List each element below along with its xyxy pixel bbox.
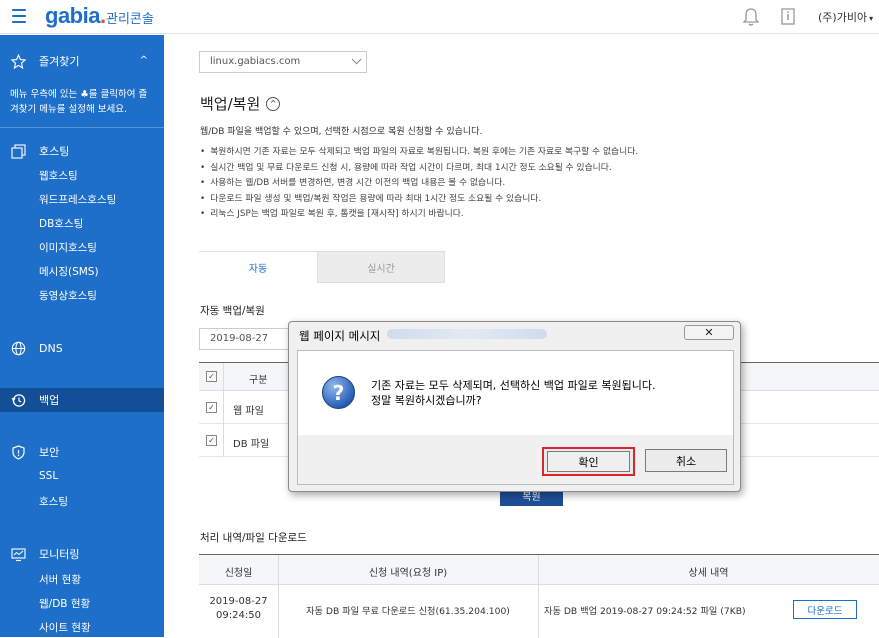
sidebar-item-label: 백업 bbox=[39, 394, 60, 407]
sidebar-item-hosting[interactable]: 호스팅 bbox=[0, 139, 164, 163]
sidebar-subitem-web-hosting[interactable]: 웹호스팅 bbox=[39, 168, 78, 183]
history-request: 자동 DB 파일 무료 다운로드 신청(61.35.204.100) bbox=[306, 606, 510, 617]
tab-bar: 자동 실시간 bbox=[199, 251, 445, 283]
sidebar-item-label: 호스팅 bbox=[39, 145, 70, 158]
sidebar-subitem-site-status[interactable]: 사이트 현황 bbox=[39, 620, 91, 635]
top-bar: gabia. 관리콘솔 (주)가비아 ▾ bbox=[0, 0, 879, 34]
sidebar-item-label: 모니터링 bbox=[39, 548, 80, 561]
notice-item: 사용하는 웹/DB 서버를 변경하면, 변경 시간 이전의 백업 내용은 볼 수… bbox=[200, 176, 638, 192]
sidebar-item-dns[interactable]: DNS bbox=[0, 336, 164, 360]
question-icon: ? bbox=[322, 376, 355, 409]
sidebar-subitem-wordpress-hosting[interactable]: 워드프레스호스팅 bbox=[39, 192, 116, 207]
dialog-message-area: ? 기존 자료는 모두 삭제되며, 선택하신 백업 파일로 복원됩니다. 정말 … bbox=[298, 351, 733, 435]
shield-icon bbox=[10, 444, 26, 460]
user-menu[interactable]: (주)가비아 ▾ bbox=[818, 9, 873, 25]
select-all-checkbox[interactable]: ✓ bbox=[206, 371, 217, 382]
console-title: 관리콘솔 bbox=[106, 12, 154, 27]
cancel-button[interactable]: 취소 bbox=[645, 449, 727, 472]
notice-item: 복원하시면 기존 자료는 모두 삭제되고 백업 파일의 자료로 복원됩니다. 복… bbox=[200, 145, 638, 161]
dialog-message: 기존 자료는 모두 삭제되며, 선택하신 백업 파일로 복원됩니다. 정말 복원… bbox=[371, 379, 656, 407]
confirm-dialog: 웹 페이지 메시지 ✕ ? 기존 자료는 모두 삭제되며, 선택하신 백업 파일… bbox=[288, 321, 741, 492]
divider bbox=[223, 363, 224, 457]
dialog-title: 웹 페이지 메시지 bbox=[299, 329, 381, 343]
sidebar-subitem-security-hosting[interactable]: 호스팅 bbox=[39, 494, 68, 509]
tab-auto[interactable]: 자동 bbox=[199, 251, 317, 283]
download-button[interactable]: 다운로드 bbox=[793, 600, 857, 619]
history-detail: 자동 DB 백업 2019-08-27 09:24:52 파일 (7KB) bbox=[544, 606, 746, 617]
intro-text: 웹/DB 파일을 백업할 수 있으며, 선택한 시점으로 복원 신청할 수 있습… bbox=[200, 127, 483, 137]
sidebar-item-label: 즐겨찾기 bbox=[39, 55, 80, 68]
row-label: 웹 파일 bbox=[233, 406, 264, 417]
sidebar: 즐겨찾기 ^ 메뉴 우측에 있는 ♣를 클릭하여 즐 겨찾기 메뉴를 설정해 보… bbox=[0, 35, 164, 637]
sidebar-item-favorites[interactable]: 즐겨찾기 ^ bbox=[0, 49, 164, 73]
monitor-icon bbox=[10, 546, 26, 562]
collapse-icon[interactable]: ^ bbox=[266, 96, 281, 111]
ok-button[interactable]: 확인 bbox=[542, 447, 635, 476]
notice-item: 다운로드 파일 생성 및 백업/복원 작업은 용량에 따라 최대 1시간 정도 … bbox=[200, 192, 638, 208]
chevron-up-icon[interactable]: ^ bbox=[140, 55, 148, 66]
row-label: DB 파일 bbox=[233, 439, 270, 450]
sidebar-subitem-db-hosting[interactable]: DB호스팅 bbox=[39, 216, 83, 231]
section-title: 자동 백업/복원 bbox=[200, 305, 265, 317]
sidebar-subitem-ssl[interactable]: SSL bbox=[39, 470, 58, 482]
chevron-down-icon bbox=[351, 54, 362, 65]
redacted-url bbox=[387, 329, 547, 339]
sidebar-item-label: 보안 bbox=[39, 446, 60, 459]
sidebar-item-security[interactable]: 보안 bbox=[0, 440, 164, 464]
sidebar-subitem-image-hosting[interactable]: 이미지호스팅 bbox=[39, 240, 97, 255]
globe-icon bbox=[10, 340, 26, 356]
sidebar-subitem-messaging[interactable]: 메시징(SMS) bbox=[39, 264, 99, 279]
sidebar-item-backup[interactable]: 백업 bbox=[0, 388, 164, 412]
sidebar-subitem-video-hosting[interactable]: 동영상호스팅 bbox=[39, 288, 97, 303]
date-select[interactable]: 2019-08-27 bbox=[199, 328, 295, 350]
history-date: 2019-08-27 09:24:50 bbox=[209, 596, 268, 621]
sidebar-subitem-server-status[interactable]: 서버 현황 bbox=[39, 572, 81, 587]
close-button[interactable]: ✕ bbox=[684, 325, 734, 340]
clock-icon bbox=[10, 392, 26, 408]
column-header: 신청 내역(요청 IP) bbox=[368, 568, 448, 579]
divider bbox=[278, 555, 279, 638]
favorites-description: 메뉴 우측에 있는 ♣를 클릭하여 즐 겨찾기 메뉴를 설정해 보세요. bbox=[10, 89, 148, 115]
document-icon[interactable] bbox=[780, 8, 796, 25]
history-table: 신청일 신청 내역(요청 IP) 상세 내역 2019-08-27 09:24:… bbox=[199, 554, 879, 638]
menu-icon[interactable] bbox=[12, 9, 26, 23]
column-header: 신청일 bbox=[224, 568, 253, 579]
section-title: 처리 내역/파일 다운로드 bbox=[200, 532, 307, 544]
divider bbox=[538, 555, 539, 638]
notice-item: 리눅스 JSP는 백업 파일로 복원 후, 톰캣을 [재시작] 하시기 바랍니다… bbox=[200, 207, 638, 223]
chevron-down-icon: ▾ bbox=[869, 14, 874, 23]
notice-list: 복원하시면 기존 자료는 모두 삭제되고 백업 파일의 자료로 복원됩니다. 복… bbox=[200, 145, 638, 223]
hosting-icon bbox=[10, 143, 26, 159]
page-title: 백업/복원 ^ bbox=[200, 93, 281, 114]
dialog-body: ? 기존 자료는 모두 삭제되며, 선택하신 백업 파일로 복원됩니다. 정말 … bbox=[297, 350, 734, 485]
row-checkbox[interactable]: ✓ bbox=[206, 402, 217, 413]
tab-realtime[interactable]: 실시간 bbox=[317, 251, 445, 283]
row-checkbox[interactable]: ✓ bbox=[206, 435, 217, 446]
divider bbox=[0, 127, 164, 128]
gabia-logo[interactable]: gabia. bbox=[45, 3, 106, 29]
sidebar-item-label: DNS bbox=[39, 341, 63, 355]
domain-select[interactable]: linux.gabiacs.com bbox=[199, 51, 367, 73]
notice-item: 실시간 백업 및 무료 다운로드 신청 시, 용량에 따라 작업 시간이 다르며… bbox=[200, 161, 638, 177]
column-header: 상세 내역 bbox=[688, 568, 729, 579]
sidebar-subitem-webdb-status[interactable]: 웹/DB 현황 bbox=[39, 596, 90, 611]
column-header: 구분 bbox=[249, 375, 268, 386]
bell-icon[interactable] bbox=[742, 7, 760, 27]
star-icon bbox=[10, 53, 26, 69]
sidebar-item-monitoring[interactable]: 모니터링 bbox=[0, 542, 164, 566]
